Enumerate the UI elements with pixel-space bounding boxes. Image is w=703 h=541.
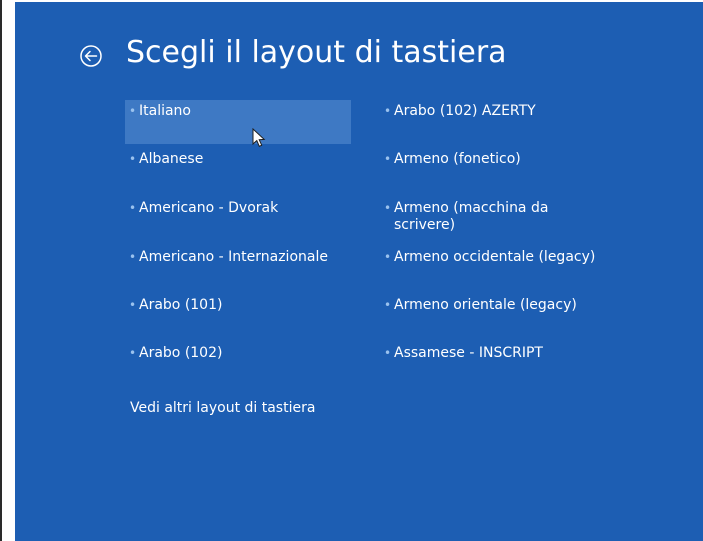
layout-option-arabo-101[interactable]: • Arabo (101)	[125, 294, 351, 338]
layout-option-label: Armeno occidentale (legacy)	[394, 249, 596, 265]
bullet-icon: •	[384, 346, 392, 360]
layout-option-arabo-102-azerty[interactable]: • Arabo (102) AZERTY	[380, 100, 606, 144]
layout-option-label: Armeno (macchina da scrivere)	[394, 200, 549, 233]
layout-option-label: Arabo (102) AZERTY	[394, 103, 536, 119]
keyboard-layout-screen: Scegli il layout di tastiera • Italiano •…	[15, 2, 703, 541]
layout-option-label: Armeno orientale (legacy)	[394, 297, 577, 313]
layout-option-assamese-inscript[interactable]: • Assamese - INSCRIPT	[380, 342, 606, 386]
layout-option-armeno-occidentale-legacy[interactable]: • Armeno occidentale (legacy)	[380, 246, 606, 290]
bullet-icon: •	[129, 201, 137, 215]
bullet-icon: •	[129, 104, 137, 118]
layout-option-arabo-102[interactable]: • Arabo (102)	[125, 342, 351, 386]
layout-option-label: Arabo (101)	[139, 297, 223, 313]
layout-option-label: Italiano	[139, 103, 191, 119]
bullet-icon: •	[129, 298, 137, 312]
mouse-pointer-icon	[252, 127, 266, 148]
left-edge-divider	[0, 0, 2, 541]
bullet-icon: •	[129, 152, 137, 166]
page-title: Scegli il layout di tastiera	[126, 35, 507, 70]
app-frame: Scegli il layout di tastiera • Italiano •…	[0, 0, 703, 541]
bullet-icon: •	[384, 104, 392, 118]
bullet-icon: •	[384, 152, 392, 166]
back-arrow-icon[interactable]	[79, 44, 103, 68]
layout-option-albanese[interactable]: • Albanese	[125, 148, 351, 192]
layout-option-label: Albanese	[139, 151, 204, 167]
layout-option-italiano[interactable]: • Italiano	[125, 100, 351, 144]
layout-option-label: Arabo (102)	[139, 345, 223, 361]
layout-option-armeno-macchina-da-scrivere[interactable]: • Armeno (macchina da scrivere)	[380, 197, 606, 241]
layout-option-label: Americano - Internazionale	[139, 249, 328, 265]
more-layouts-link[interactable]: Vedi altri layout di tastiera	[130, 400, 315, 416]
layout-option-armeno-fonetico[interactable]: • Armeno (fonetico)	[380, 148, 606, 192]
bullet-icon: •	[129, 250, 137, 264]
bullet-icon: •	[129, 346, 137, 360]
layout-option-armeno-orientale-legacy[interactable]: • Armeno orientale (legacy)	[380, 294, 606, 338]
layout-option-americano-internazionale[interactable]: • Americano - Internazionale	[125, 246, 351, 290]
bullet-icon: •	[384, 250, 392, 264]
layout-option-americano-dvorak[interactable]: • Americano - Dvorak	[125, 197, 351, 241]
bullet-icon: •	[384, 298, 392, 312]
bullet-icon: •	[384, 201, 392, 215]
layout-option-label: Americano - Dvorak	[139, 200, 279, 216]
layout-option-label: Assamese - INSCRIPT	[394, 345, 543, 361]
layout-option-label: Armeno (fonetico)	[394, 151, 521, 167]
